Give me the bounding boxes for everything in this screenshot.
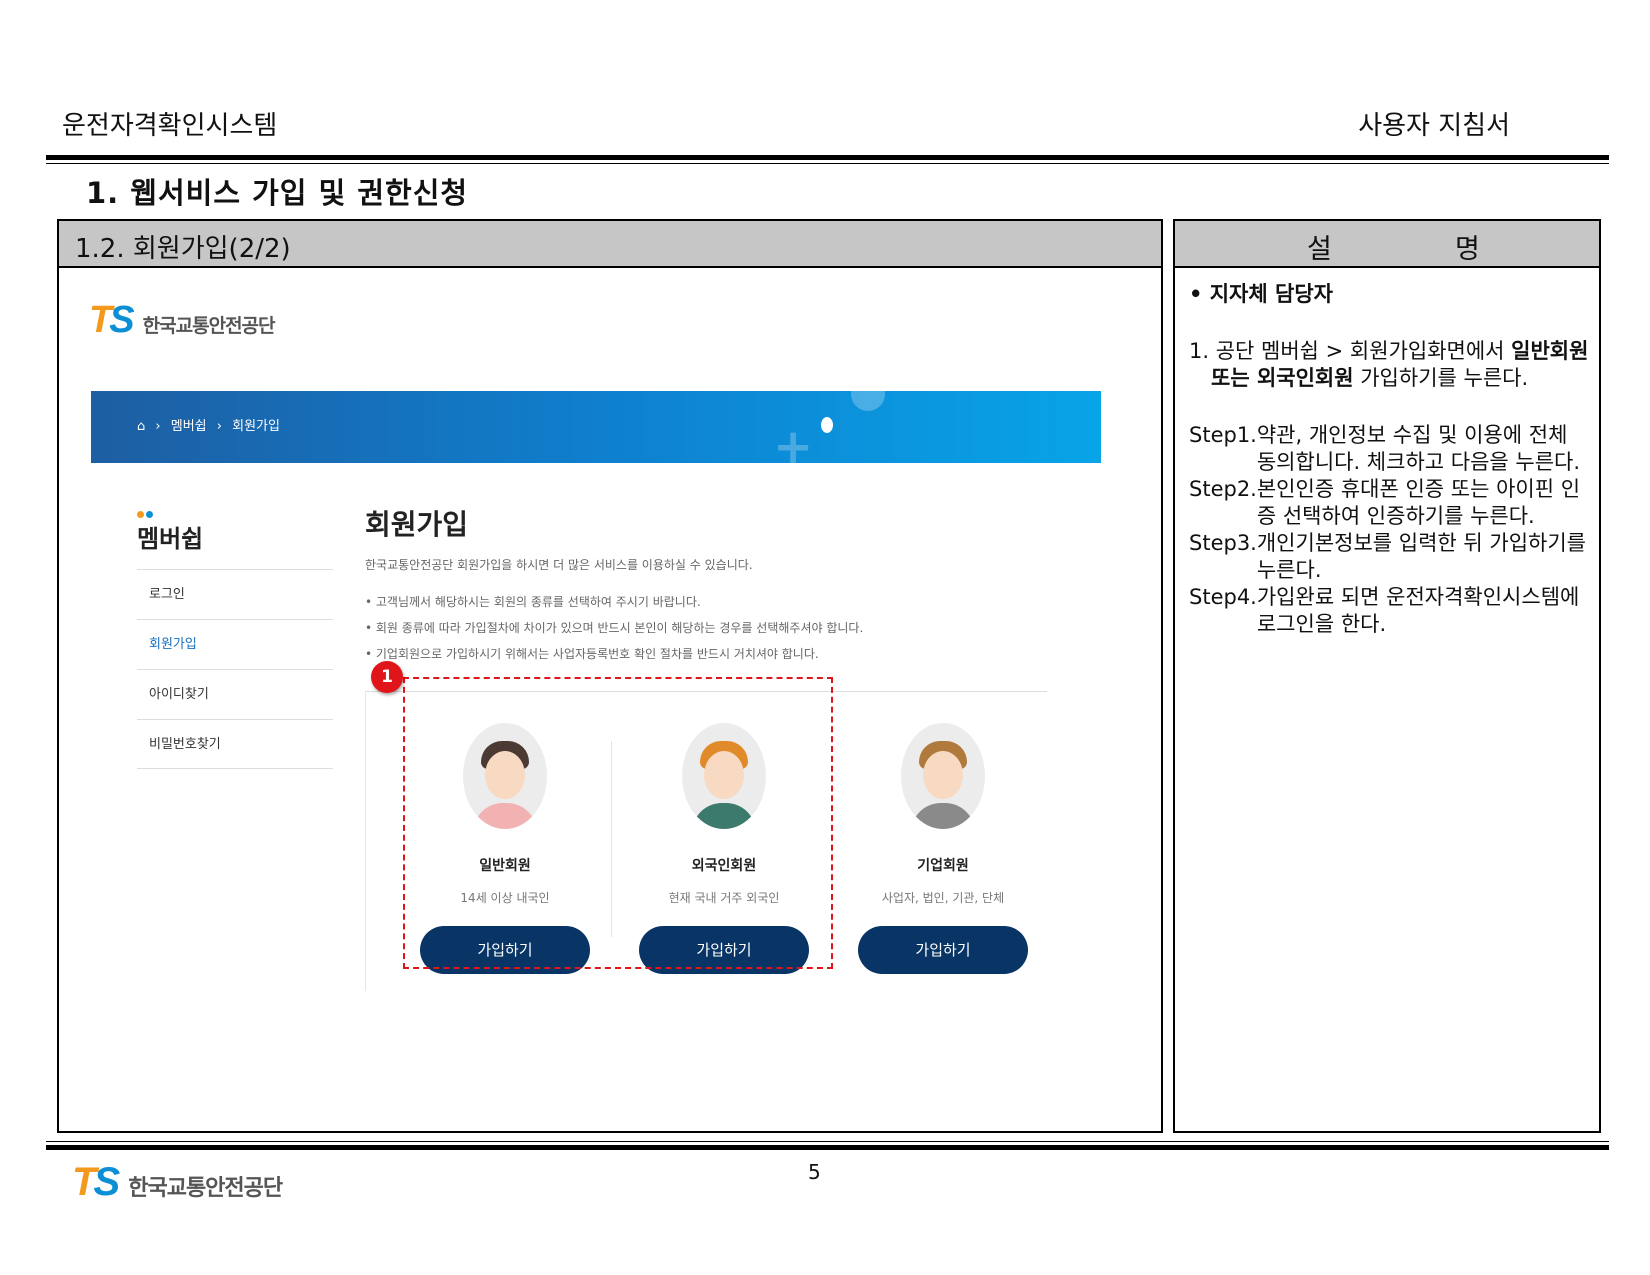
sidebar-title: 멤버쉽 (137, 525, 204, 553)
logo-mark-t: T (89, 299, 112, 341)
step-item: Step1. 약관, 개인정보 수집 및 이용에 전체 동의합니다. 체크하고 … (1189, 422, 1589, 476)
breadcrumb-separator: › (216, 419, 222, 434)
instruction-item-1: 1. 공단 멤버쉽 > 회원가입화면에서 일반회원 또는 외국인회원 가입하기를… (1189, 338, 1589, 392)
step-text: 개인기본정보를 입력한 뒤 가입하기를 누른다. (1256, 531, 1587, 582)
step-label: Step3. (1189, 531, 1257, 555)
logo-mark-t: T (72, 1160, 97, 1204)
document-title: 운전자격확인시스템 (62, 111, 278, 141)
description-panel-header: 설 명 (1175, 221, 1599, 268)
highlight-box (403, 677, 833, 969)
description-body: • 지자체 담당자 1. 공단 멤버쉽 > 회원가입화면에서 일반회원 또는 외… (1189, 281, 1589, 638)
banner-decoration (821, 417, 833, 433)
header-rule (46, 155, 1609, 160)
step-text: 가입완료 되면 운전자격확인시스템에 로그인을 한다. (1256, 585, 1580, 636)
step-label: Step1. (1189, 423, 1257, 447)
plus-decoration-icon: + (773, 419, 814, 463)
step-item: Step4. 가입완료 되면 운전자격확인시스템에 로그인을 한다. (1189, 584, 1589, 638)
footer-rule (46, 1145, 1609, 1150)
sidebar-item-login[interactable]: 로그인 (137, 569, 333, 619)
instruction-text: 1. 공단 멤버쉽 > 회원가입화면에서 (1189, 339, 1512, 363)
sidebar-menu: 로그인 회원가입 아이디찾기 비밀번호찾기 (137, 569, 333, 769)
step-item: Step2. 본인인증 휴대폰 인증 또는 아이핀 인증 선택하여 인증하기를 … (1189, 476, 1589, 530)
page-banner: + ⌂ › 멤버쉽 › 회원가입 (91, 391, 1101, 463)
description-panel: 설 명 • 지자체 담당자 1. 공단 멤버쉽 > 회원가입화면에서 일반회원 … (1173, 219, 1601, 1133)
content-divider-vertical (365, 691, 366, 991)
step-text: 본인인증 휴대폰 인증 또는 아이핀 인증 선택하여 인증하기를 누른다. (1256, 477, 1581, 528)
description-header-right: 명 (1455, 234, 1480, 265)
notice-line: • 고객님께서 해당하시는 회원의 종류를 선택하여 주시기 바랍니다. (365, 595, 701, 609)
breadcrumb-item-signup[interactable]: 회원가입 (232, 419, 280, 434)
home-icon[interactable]: ⌂ (137, 419, 145, 434)
step-label: Step2. (1189, 477, 1257, 501)
notice-line: • 회원 종류에 따라 가입절차에 차이가 있으며 반드시 본인이 해당하는 경… (365, 621, 864, 635)
document-type: 사용자 지침서 (1358, 111, 1510, 141)
callout-badge: 1 (371, 661, 403, 693)
screenshot-panel: 1.2. 회원가입(2/2) TS 한국교통안전공단 + ⌂ › 멤버쉽 › 회… (57, 219, 1163, 1133)
step-item: Step3. 개인기본정보를 입력한 뒤 가입하기를 누른다. (1189, 530, 1589, 584)
breadcrumb-item-membership[interactable]: 멤버쉽 (171, 419, 207, 434)
footer-rule-thin (46, 1141, 1609, 1142)
notice-line: • 기업회원으로 가입하시기 위해서는 사업자등록번호 확인 절차를 반드시 거… (365, 647, 819, 661)
instruction-bold: 외국인회원 (1256, 366, 1354, 390)
banner-decoration (851, 391, 885, 411)
header-rule-thin (46, 163, 1609, 164)
join-corporate-button[interactable]: 가입하기 (858, 926, 1028, 974)
ts-logo[interactable]: TS 한국교통안전공단 (89, 299, 276, 342)
member-card-corporate: 기업회원 사업자, 법인, 기관, 단체 가입하기 (833, 723, 1053, 974)
page-heading: 회원가입 (365, 508, 469, 541)
step-label: Step4. (1189, 585, 1257, 609)
card-description: 사업자, 법인, 기관, 단체 (881, 891, 1005, 905)
instruction-bold: 일반회원 (1511, 339, 1589, 363)
screenshot-panel-header: 1.2. 회원가입(2/2) (59, 221, 1161, 268)
breadcrumb: ⌂ › 멤버쉽 › 회원가입 (137, 415, 286, 434)
description-header-left: 설 (1307, 234, 1332, 265)
section-title: 1. 웹서비스 가입 및 권한신청 (86, 176, 469, 210)
card-title: 기업회원 (917, 858, 969, 874)
page-number: 5 (808, 1160, 821, 1184)
target-user-heading: • 지자체 담당자 (1189, 282, 1333, 306)
sidebar-item-find-id[interactable]: 아이디찾기 (137, 669, 333, 719)
page-intro: 한국교통안전공단 회원가입을 하시면 더 많은 서비스를 이용하실 수 있습니다… (365, 558, 753, 572)
sidebar-item-find-password[interactable]: 비밀번호찾기 (137, 719, 333, 769)
footer-ts-logo: TS 한국교통안전공단 (72, 1160, 283, 1205)
breadcrumb-separator: › (155, 419, 161, 434)
logo-mark-s: S (93, 1160, 120, 1204)
website-screenshot: TS 한국교통안전공단 + ⌂ › 멤버쉽 › 회원가입 멤버쉽 로그인 회원가… (89, 271, 1101, 1101)
instruction-bold: 또는 (1211, 366, 1257, 390)
instruction-text: 가입하기를 누른다. (1353, 366, 1529, 390)
logo-name: 한국교통안전공단 (142, 315, 276, 337)
subsection-title: 1.2. 회원가입(2/2) (75, 234, 291, 264)
footer-logo-name: 한국교통안전공단 (128, 1176, 283, 1201)
step-text: 약관, 개인정보 수집 및 이용에 전체 동의합니다. 체크하고 다음을 누른다… (1256, 423, 1581, 474)
sidebar-item-signup[interactable]: 회원가입 (137, 619, 333, 669)
logo-mark-s: S (109, 299, 134, 341)
businessman-avatar-icon (901, 723, 985, 829)
